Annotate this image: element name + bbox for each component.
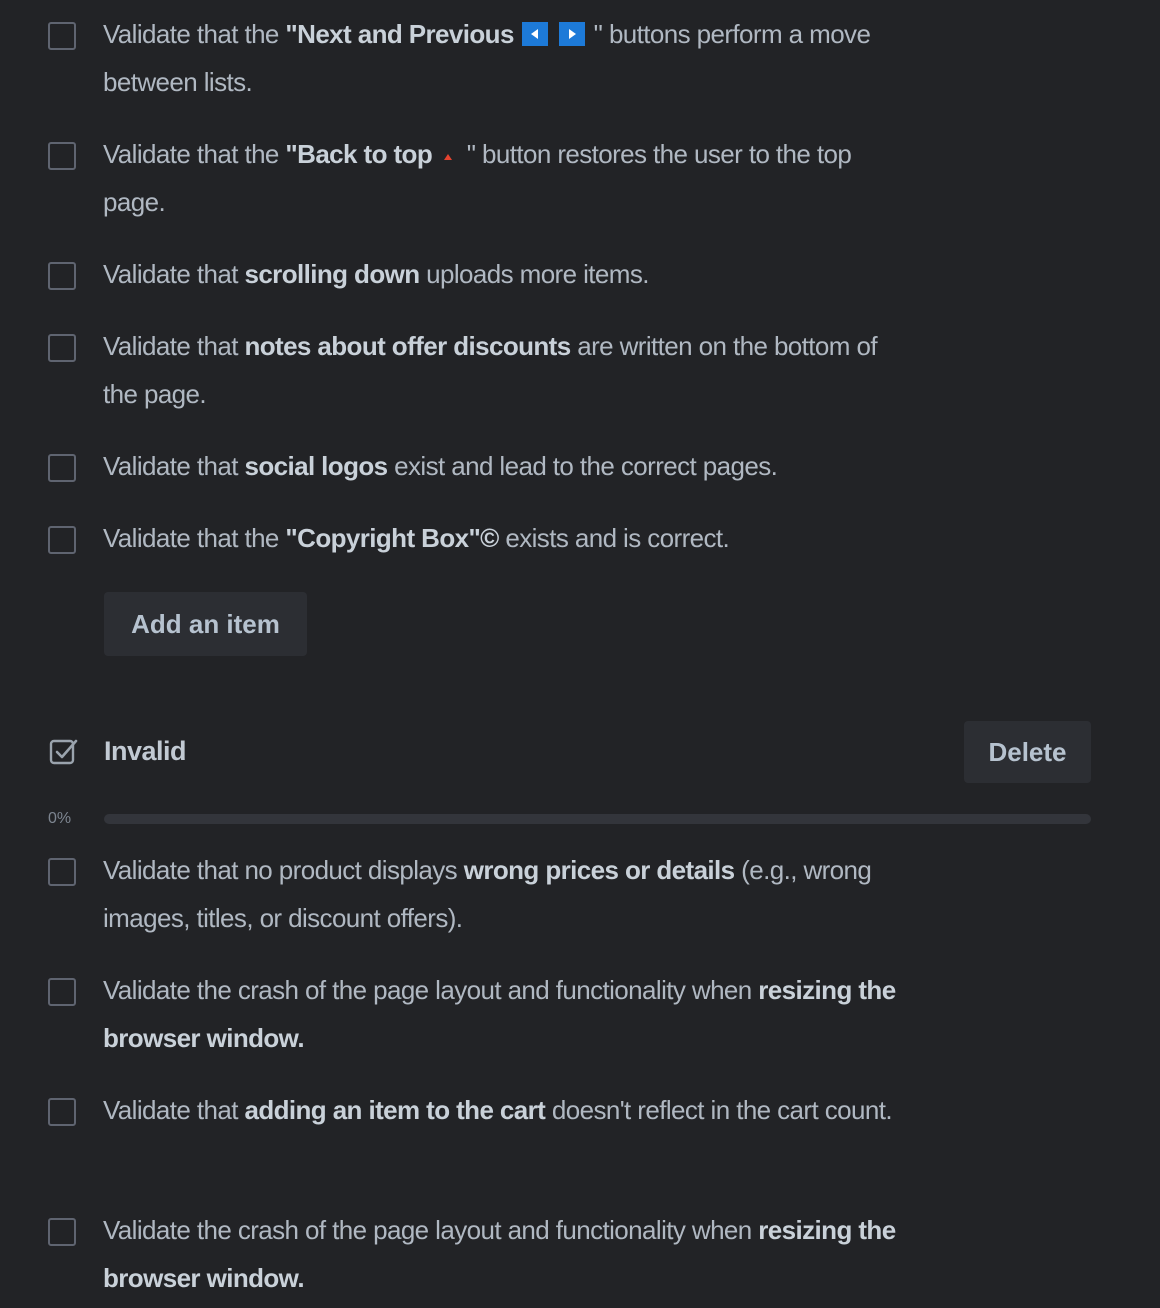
item-text[interactable]: Validate that scrolling down uploads mor… <box>103 250 649 298</box>
item-suffix: exist and lead to the correct pages. <box>387 451 778 481</box>
checklist-item[interactable]: Validate that scrolling down uploads mor… <box>48 259 908 298</box>
checklist-item[interactable]: Validate that the "Back to top " button … <box>48 139 908 226</box>
item-prefix: Validate that the <box>103 19 286 49</box>
checklist-item[interactable]: Validate that social logos exist and lea… <box>48 451 908 490</box>
checkbox-icon[interactable] <box>48 262 76 290</box>
item-suffix: uploads more items. <box>419 259 649 289</box>
delete-button[interactable]: Delete <box>964 721 1091 783</box>
checkbox-icon[interactable] <box>48 526 76 554</box>
checklist-page: Validate that the "Next and Previous " b… <box>0 0 1160 1308</box>
checklist-item[interactable]: Validate that the "Copyright Box"© exist… <box>48 523 908 562</box>
checklist-item[interactable]: Validate that adding an item to the cart… <box>48 1095 908 1134</box>
item-prefix: Validate that <box>103 451 245 481</box>
checkbox-icon[interactable] <box>48 1218 76 1246</box>
progress-label: 0% <box>48 810 72 827</box>
item-prefix: Validate that the <box>103 523 286 553</box>
checkbox-icon[interactable] <box>48 454 76 482</box>
item-bold: wrong prices or details <box>463 855 735 885</box>
item-text[interactable]: Validate the crash of the page layout an… <box>103 966 908 1062</box>
item-bold: scrolling down <box>244 259 420 289</box>
previous-arrow-icon <box>522 22 549 46</box>
item-prefix: Validate that the <box>103 139 286 169</box>
item-text[interactable]: Validate that notes about offer discount… <box>103 322 908 418</box>
item-prefix: Validate that <box>103 259 245 289</box>
checklist-item[interactable]: Validate that the "Next and Previous " b… <box>48 19 908 106</box>
item-suffix: doesn't reflect in the cart count. <box>545 1095 893 1125</box>
item-prefix: Validate the crash of the page layout an… <box>103 975 759 1005</box>
item-text[interactable]: Validate that the "Copyright Box"© exist… <box>103 514 730 562</box>
checkbox-icon[interactable] <box>48 1098 76 1126</box>
item-prefix: Validate that no product displays <box>103 855 464 885</box>
item-bold: "Copyright Box"© <box>285 523 499 553</box>
item-text[interactable]: Validate that the "Back to top " button … <box>103 130 908 226</box>
checklist-icon <box>49 739 78 765</box>
section-title: Invalid <box>104 736 187 766</box>
item-text[interactable]: Validate that social logos exist and lea… <box>103 442 778 490</box>
checklist-item[interactable]: Validate that notes about offer discount… <box>48 331 908 418</box>
item-text[interactable]: Validate that no product displays wrong … <box>103 846 908 942</box>
item-text[interactable]: Validate the crash of the page layout an… <box>103 1206 908 1302</box>
add-item-button[interactable]: Add an item <box>104 592 307 656</box>
item-bold: adding an item to the cart <box>244 1095 546 1125</box>
item-suffix: exists and is correct. <box>498 523 730 553</box>
item-text[interactable]: Validate that adding an item to the cart… <box>103 1086 893 1134</box>
item-prefix: Validate the crash of the page layout an… <box>103 1215 759 1245</box>
next-arrow-icon <box>559 22 586 46</box>
checkbox-icon[interactable] <box>48 22 76 50</box>
progress-bar <box>104 814 1091 824</box>
item-bold: notes about offer discounts <box>244 331 571 361</box>
up-arrow-icon <box>444 154 453 160</box>
checklist-item[interactable]: Validate the crash of the page layout an… <box>48 1215 908 1302</box>
checkbox-icon[interactable] <box>48 978 76 1006</box>
item-prefix: Validate that <box>103 331 245 361</box>
item-bold: "Back to top <box>285 139 433 169</box>
checkbox-icon[interactable] <box>48 858 76 886</box>
checklist-item[interactable]: Validate the crash of the page layout an… <box>48 975 908 1062</box>
item-prefix: Validate that <box>103 1095 245 1125</box>
checkbox-icon[interactable] <box>48 142 76 170</box>
item-bold: "Next and Previous <box>285 19 514 49</box>
item-bold: social logos <box>244 451 388 481</box>
item-text[interactable]: Validate that the "Next and Previous " b… <box>103 10 908 106</box>
checkbox-icon[interactable] <box>48 334 76 362</box>
checklist-item[interactable]: Validate that no product displays wrong … <box>48 855 908 942</box>
